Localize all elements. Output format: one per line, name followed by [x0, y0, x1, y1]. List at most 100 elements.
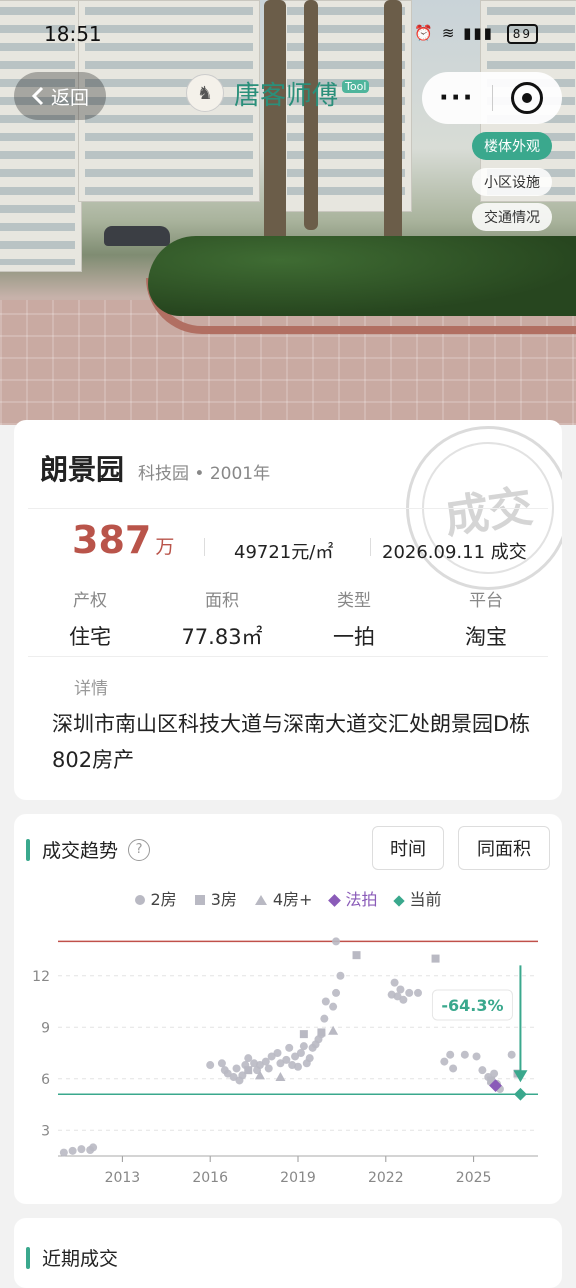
- help-icon[interactable]: ?: [128, 838, 151, 861]
- legend-2room[interactable]: 2房: [134, 886, 177, 910]
- point-2room: [472, 1052, 481, 1061]
- y-tick-label: 3: [41, 1123, 50, 1139]
- recent-deals-card: 近期成交: [14, 1218, 562, 1288]
- status-time: 18:51: [44, 22, 102, 46]
- attr-ownership: 产权 住宅: [69, 591, 111, 649]
- x-tick-label: 2016: [192, 1170, 228, 1186]
- point-2room: [59, 1148, 68, 1157]
- palm-trunk: [304, 0, 318, 230]
- point-2room: [332, 937, 341, 946]
- chevron-left-icon: [31, 86, 44, 106]
- change-label: -64.3%: [441, 996, 503, 1015]
- point-2room: [329, 1002, 338, 1011]
- point-current: [514, 1087, 527, 1101]
- point-2room: [390, 978, 399, 987]
- hedge: [148, 236, 576, 316]
- y-tick-label: 12: [32, 969, 50, 985]
- tab-traffic[interactable]: 交通情况: [472, 203, 552, 231]
- attr-type: 类型 一拍: [333, 591, 375, 649]
- point-4room: [328, 1025, 339, 1035]
- chart-legend: 2房 3房 4房+ 法拍 当前: [14, 886, 562, 910]
- brand: ♞ 唐客师傅 Tool: [186, 74, 370, 112]
- price-unit: 万: [155, 536, 175, 558]
- point-2room: [273, 1049, 282, 1058]
- point-2room: [321, 997, 330, 1006]
- palm-trunk: [264, 0, 286, 250]
- point-2room: [77, 1145, 86, 1154]
- point-2room: [446, 1050, 455, 1059]
- property-photo[interactable]: 18:51 ⏰ ≋ ▮▮▮ 89 返回 ♞ 唐客师傅 Tool ··· 楼体外观…: [0, 0, 576, 425]
- brand-name: 唐客师傅: [234, 80, 339, 111]
- point-2room: [490, 1069, 499, 1078]
- record-icon: [511, 82, 544, 114]
- parked-car: [104, 226, 170, 246]
- point-2room: [285, 1043, 294, 1052]
- x-tick-label: 2013: [105, 1170, 141, 1186]
- point-2room: [396, 985, 405, 994]
- y-tick-label: 6: [41, 1072, 50, 1088]
- price-value: 387: [72, 518, 152, 562]
- recent-header: 近期成交: [26, 1244, 118, 1271]
- point-2room: [206, 1061, 215, 1070]
- point-2room: [89, 1143, 98, 1152]
- same-area-button[interactable]: 同面积: [458, 826, 550, 870]
- point-2room: [399, 995, 408, 1004]
- point-4room: [275, 1072, 286, 1082]
- legend-3room[interactable]: 3房: [194, 886, 237, 910]
- trend-chart[interactable]: 3 6 9 12 2013 2016 2019 2022 2025 -64.3%: [14, 924, 562, 1204]
- y-tick-label: 9: [41, 1020, 50, 1036]
- attr-area: 面积 77.83㎡: [181, 591, 263, 649]
- legend-auction[interactable]: 法拍: [328, 886, 377, 910]
- close-program-button[interactable]: [493, 82, 563, 114]
- point-3room: [431, 954, 440, 963]
- tab-building-exterior[interactable]: 楼体外观: [472, 132, 552, 160]
- tab-facilities[interactable]: 小区设施: [472, 168, 552, 196]
- x-tick-label: 2025: [456, 1170, 492, 1186]
- point-2room: [332, 988, 341, 997]
- alarm-icon: ⏰: [414, 24, 436, 42]
- back-button[interactable]: 返回: [14, 72, 106, 120]
- battery-icon: 89: [506, 24, 538, 44]
- point-2room: [296, 1049, 305, 1058]
- palm-trunk: [384, 0, 402, 255]
- deal-date: 2026.09.11 成交: [382, 542, 527, 563]
- property-info-card: 成交 朗景园 科技园 • 2001年 387 万 49721元/㎡ 2026.0…: [14, 420, 562, 800]
- trend-card: 成交趋势 ? 时间 同面积 2房 3房 4房+ 法拍 当前 3 6 9 12 2013 2…: [14, 814, 562, 1204]
- point-2room: [320, 1014, 329, 1023]
- trend-header: 成交趋势 ?: [26, 836, 151, 863]
- detail-label: 详情: [74, 679, 108, 699]
- wifi-icon: ≋: [441, 24, 457, 42]
- recent-title: 近期成交: [42, 1248, 119, 1270]
- x-tick-label: 2022: [368, 1170, 404, 1186]
- point-3room: [317, 1028, 326, 1037]
- detail-address: 深圳市南山区科技大道与深南大道交汇处朗景园D栋802房产: [52, 712, 531, 772]
- property-district: 科技园 • 2001年: [138, 464, 271, 484]
- property-name: 朗景园: [40, 453, 125, 486]
- point-3room: [299, 1030, 308, 1039]
- point-2room: [405, 988, 414, 997]
- point-2room: [68, 1146, 77, 1155]
- unit-price: 49721元/㎡: [234, 542, 334, 563]
- status-icons: ⏰ ≋ ▮▮▮ 89: [414, 24, 538, 44]
- point-2room: [478, 1066, 487, 1075]
- point-2room: [414, 988, 422, 997]
- point-2room: [299, 1042, 308, 1051]
- attr-platform: 平台 淘宝: [465, 591, 507, 649]
- time-button[interactable]: 时间: [372, 826, 444, 870]
- point-2room: [217, 1059, 226, 1068]
- mini-program-capsule: ···: [422, 72, 562, 124]
- title-row: 朗景园 科技园 • 2001年: [40, 448, 270, 488]
- more-icon[interactable]: ···: [422, 83, 492, 113]
- point-2room: [232, 1064, 241, 1073]
- point-2room: [264, 1064, 273, 1073]
- signal-icon: ▮▮▮: [463, 24, 494, 42]
- point-2room: [440, 1057, 449, 1066]
- point-3room: [352, 951, 361, 960]
- back-label: 返回: [50, 86, 89, 109]
- point-2room: [507, 1050, 516, 1059]
- legend-4room[interactable]: 4房+: [254, 886, 312, 910]
- x-tick-label: 2019: [280, 1170, 316, 1186]
- brand-tag: Tool: [342, 79, 370, 93]
- point-2room: [460, 1050, 469, 1059]
- legend-current[interactable]: 当前: [393, 886, 442, 910]
